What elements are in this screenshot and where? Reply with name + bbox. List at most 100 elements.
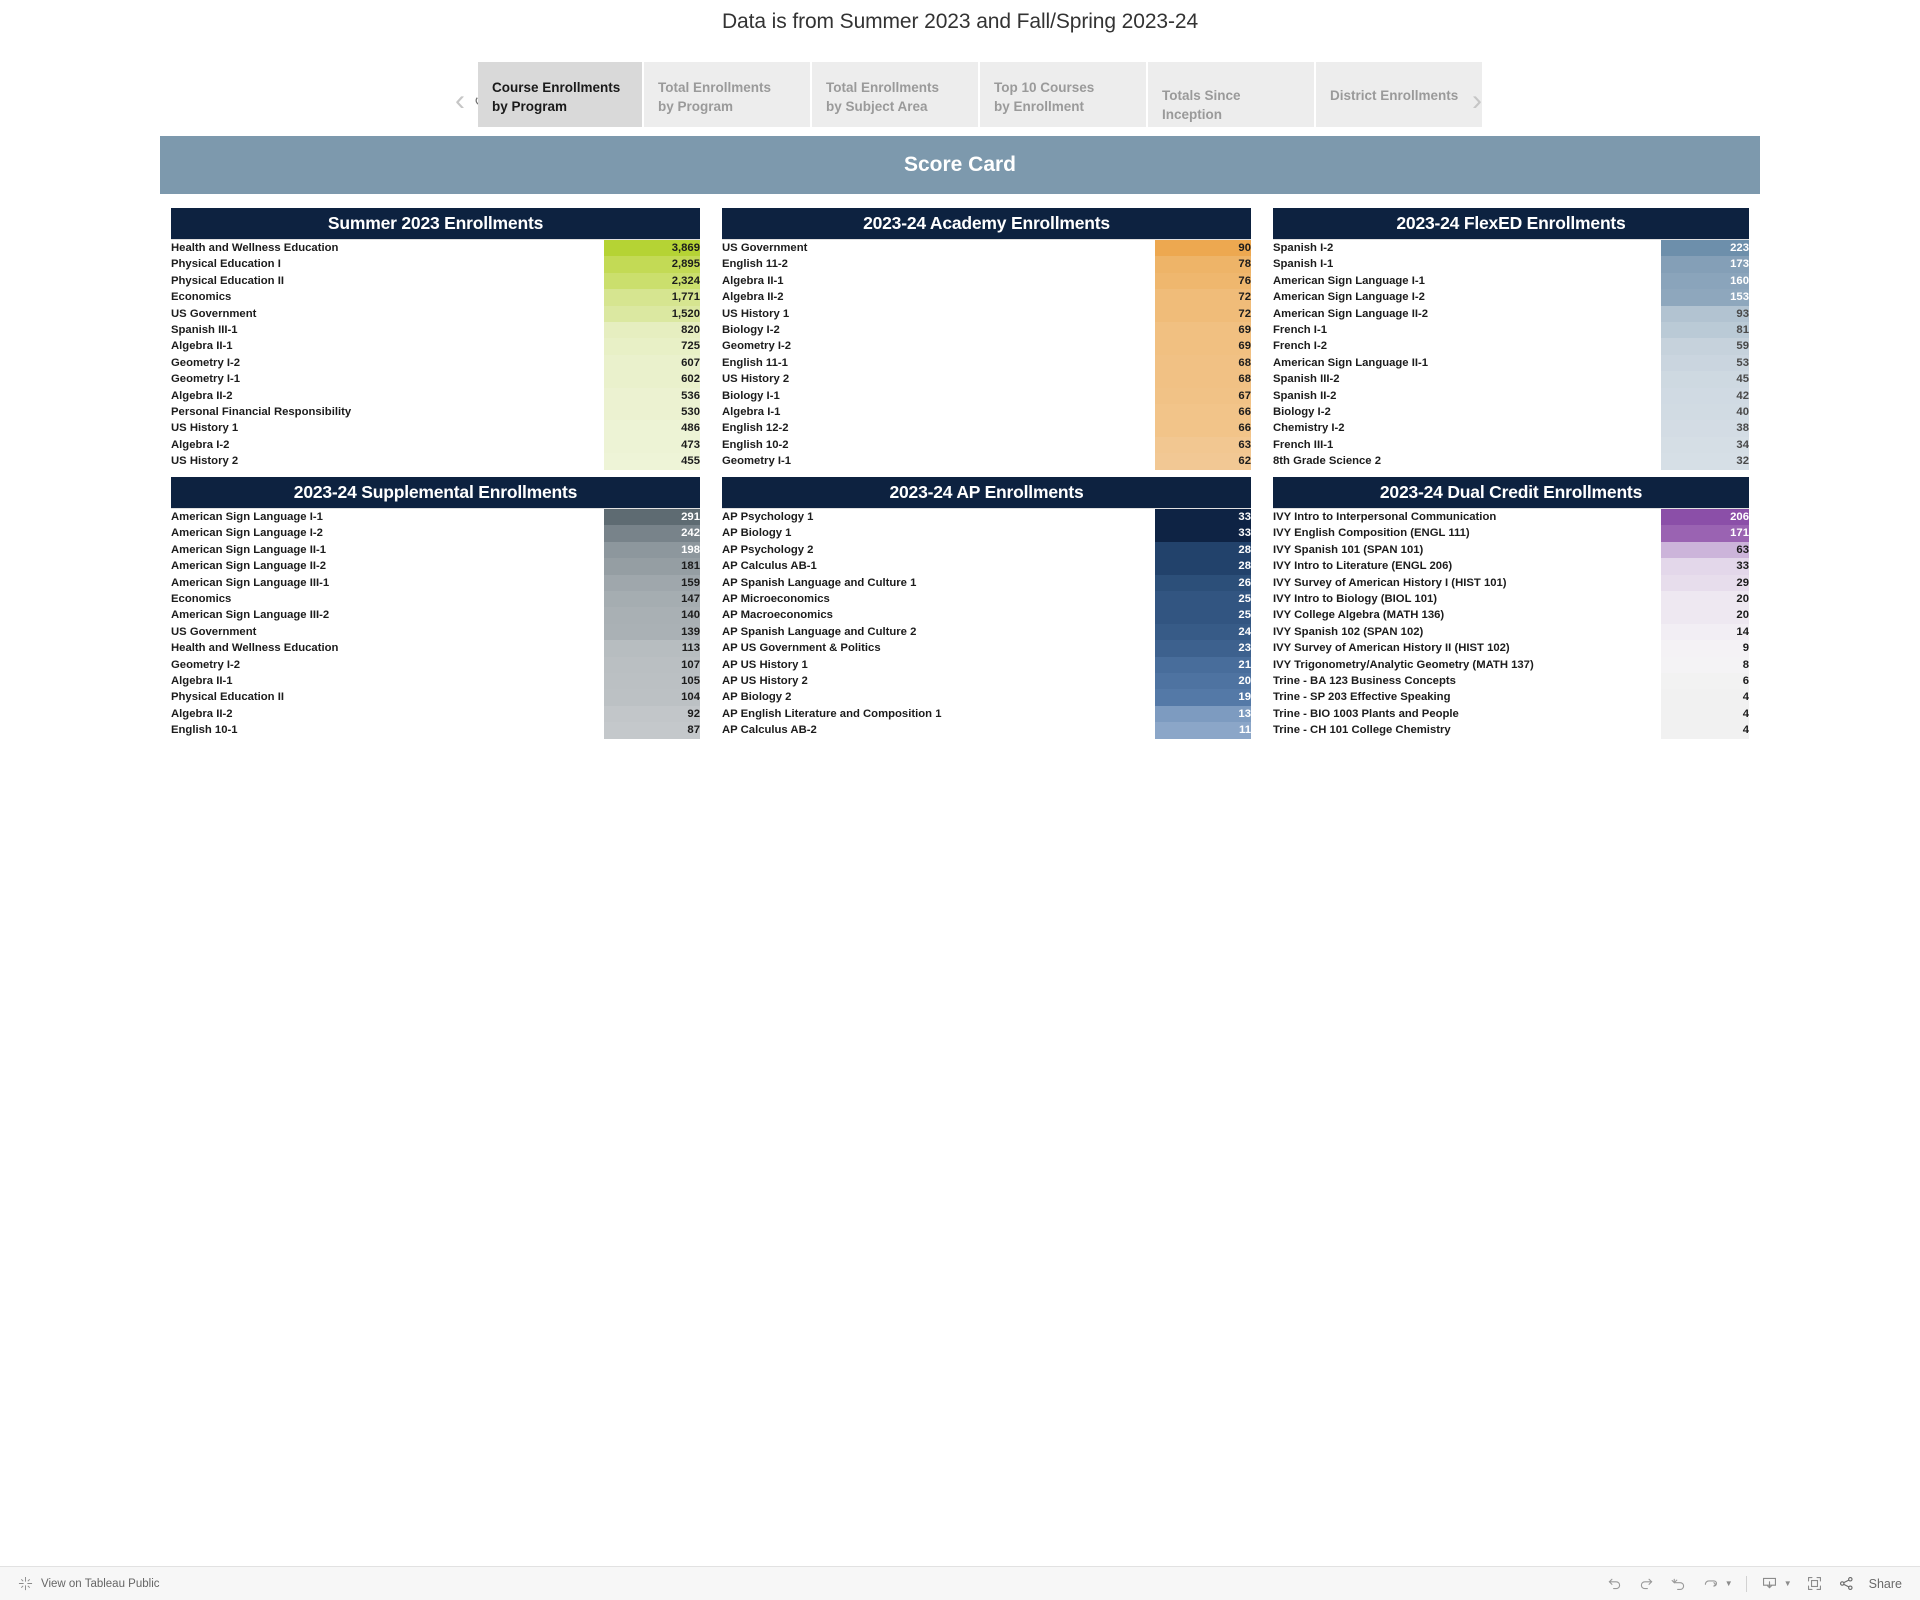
panel-body[interactable]: American Sign Language I-1 291 American Si…	[171, 508, 700, 743]
table-row[interactable]: Chemistry I-2 38	[1273, 420, 1749, 437]
tab-course-enrollments-by-program[interactable]: Course Enrollments by Program	[478, 62, 642, 127]
redo-icon[interactable]	[1637, 1574, 1656, 1593]
table-row[interactable]: Algebra II-2 92	[171, 705, 700, 723]
table-row[interactable]: American Sign Language III-2 140	[171, 607, 700, 624]
table-row[interactable]: AP US Government & Politics 23	[722, 640, 1251, 657]
table-row[interactable]: AP Spanish Language and Culture 1 26	[722, 574, 1251, 592]
table-row[interactable]: English 10-1 87	[171, 722, 700, 739]
table-row[interactable]: Physical Education I 2,895	[171, 256, 700, 273]
table-row[interactable]: Algebra II-1 725	[171, 338, 700, 355]
table-row[interactable]: US Government 139	[171, 623, 700, 641]
tab-total-enrollments-by-subject-area[interactable]: Total Enrollments by Subject Area	[812, 62, 978, 127]
table-row[interactable]: Biology I-2 40	[1273, 404, 1749, 421]
table-row[interactable]: AP Calculus AB-2 11	[722, 722, 1251, 739]
table-row[interactable]: English 11-2 78	[722, 256, 1251, 273]
table-row[interactable]: AP Psychology 1 33	[722, 509, 1251, 526]
table-row[interactable]: French I-1 81	[1273, 322, 1749, 339]
next-tabs-arrow-icon[interactable]: ›	[1465, 84, 1489, 120]
table-row[interactable]: Biology I-1 67	[722, 387, 1251, 405]
table-row[interactable]: American Sign Language II-2 93	[1273, 305, 1749, 323]
table-row[interactable]: Spanish I-1 173	[1273, 256, 1749, 273]
table-row[interactable]: US Government 1,520	[171, 305, 700, 323]
table-row[interactable]: Algebra II-2 536	[171, 387, 700, 405]
panel-body[interactable]: Health and Wellness Education 3,869 Physic…	[171, 239, 700, 473]
table-row[interactable]: US History 1 72	[722, 305, 1251, 323]
table-row[interactable]: IVY College Algebra (MATH 136) 20	[1273, 607, 1749, 624]
table-row[interactable]: US Government 90	[722, 240, 1251, 257]
table-row[interactable]: 8th Grade Science 2 32	[1273, 453, 1749, 470]
table-row[interactable]: English 12-2 66	[722, 420, 1251, 437]
table-row[interactable]: Geometry I-1 602	[171, 371, 700, 388]
table-row[interactable]: Health and Wellness Education 3,869	[171, 240, 700, 257]
table-row[interactable]: AP Calculus AB-1 28	[722, 558, 1251, 575]
table-row[interactable]: Personal Financial Responsibility 530	[171, 404, 700, 421]
table-row[interactable]: English 11-1 68	[722, 354, 1251, 372]
table-row[interactable]: American Sign Language II-2 181	[171, 558, 700, 575]
table-row[interactable]: IVY Intro to Biology (BIOL 101) 20	[1273, 591, 1749, 608]
table-row[interactable]: AP US History 2 20	[722, 673, 1251, 690]
table-row[interactable]: Trine - BA 123 Business Concepts 6	[1273, 673, 1749, 690]
caret-down-icon[interactable]: ▼	[1725, 1579, 1733, 1588]
table-row[interactable]: English 10-2 63	[722, 436, 1251, 454]
table-row[interactable]: Spanish I-2 223	[1273, 240, 1749, 257]
table-row[interactable]: AP Macroeconomics 25	[722, 607, 1251, 624]
table-row[interactable]: AP Psychology 2 28	[722, 541, 1251, 559]
table-row[interactable]: AP Biology 2 19	[722, 689, 1251, 706]
table-row[interactable]: Geometry I-2 69	[722, 338, 1251, 355]
panel-body[interactable]: AP Psychology 1 33 AP Biology 1 33 AP Psycho…	[722, 508, 1251, 743]
table-row[interactable]: Health and Wellness Education 113	[171, 640, 700, 657]
table-row[interactable]: Spanish III-1 820	[171, 322, 700, 339]
table-row[interactable]: IVY Intro to Interpersonal Communication…	[1273, 509, 1749, 526]
table-row[interactable]: American Sign Language I-2 153	[1273, 289, 1749, 306]
table-row[interactable]: French I-2 59	[1273, 338, 1749, 355]
caret-down-icon[interactable]: ▼	[1784, 1579, 1792, 1588]
table-row[interactable]: Algebra I-1 66	[722, 404, 1251, 421]
table-row[interactable]: American Sign Language II-1 198	[171, 541, 700, 559]
table-row[interactable]: IVY English Composition (ENGL 111) 171	[1273, 525, 1749, 542]
table-row[interactable]: US History 1 486	[171, 420, 700, 437]
table-row[interactable]: Physical Education II 2,324	[171, 272, 700, 290]
table-row[interactable]: American Sign Language II-1 53	[1273, 354, 1749, 372]
table-row[interactable]: IVY Trigonometry/Analytic Geometry (MATH…	[1273, 656, 1749, 674]
table-row[interactable]: American Sign Language I-2 242	[171, 525, 700, 542]
table-row[interactable]: US History 2 68	[722, 371, 1251, 388]
refresh-icon[interactable]	[1701, 1574, 1720, 1593]
table-row[interactable]: Algebra I-2 473	[171, 436, 700, 454]
table-row[interactable]: American Sign Language III-1 159	[171, 574, 700, 592]
table-row[interactable]: IVY Intro to Literature (ENGL 206) 33	[1273, 558, 1749, 575]
tab-totals-since-inception[interactable]: Totals Since Inception	[1148, 62, 1314, 127]
table-row[interactable]: IVY Survey of American History II (HIST …	[1273, 640, 1749, 657]
table-row[interactable]: Algebra II-2 72	[722, 289, 1251, 306]
panel-body[interactable]: Spanish I-2 223 Spanish I-1 173 American Sig…	[1273, 239, 1749, 473]
table-row[interactable]: Geometry I-2 607	[171, 354, 700, 372]
fullscreen-icon[interactable]	[1805, 1574, 1824, 1593]
table-row[interactable]: American Sign Language I-1 160	[1273, 272, 1749, 290]
revert-icon[interactable]	[1669, 1574, 1688, 1593]
prev-tabs-arrow-icon[interactable]: ‹	[448, 84, 472, 120]
table-row[interactable]: Geometry I-1 62	[722, 453, 1251, 470]
panel-body[interactable]: US Government 90 English 11-2 78 Algebra II-…	[722, 239, 1251, 473]
table-row[interactable]: IVY Spanish 102 (SPAN 102) 14	[1273, 623, 1749, 641]
share-icon[interactable]	[1837, 1574, 1856, 1593]
table-row[interactable]: AP Microeconomics 25	[722, 591, 1251, 608]
table-row[interactable]: AP English Literature and Composition 1 1…	[722, 705, 1251, 723]
table-row[interactable]: AP Biology 1 33	[722, 525, 1251, 542]
table-row[interactable]: Algebra II-1 105	[171, 673, 700, 690]
table-row[interactable]: Spanish II-2 42	[1273, 387, 1749, 405]
table-row[interactable]: Trine - CH 101 College Chemistry 4	[1273, 722, 1749, 739]
table-row[interactable]: Spanish III-2 45	[1273, 371, 1749, 388]
tab-top-10-courses-by-enrollment[interactable]: Top 10 Courses by Enrollment	[980, 62, 1146, 127]
table-row[interactable]: IVY Spanish 101 (SPAN 101) 63	[1273, 541, 1749, 559]
undo-icon[interactable]	[1605, 1574, 1624, 1593]
table-row[interactable]: Biology I-2 69	[722, 322, 1251, 339]
download-icon[interactable]	[1760, 1574, 1779, 1593]
table-row[interactable]: US History 2 455	[171, 453, 700, 470]
table-row[interactable]: Trine - BIO 1003 Plants and People 4	[1273, 705, 1749, 723]
table-row[interactable]: Trine - SP 203 Effective Speaking 4	[1273, 689, 1749, 706]
table-row[interactable]: Algebra II-1 76	[722, 272, 1251, 290]
view-on-tableau-public-link[interactable]: View on Tableau Public	[18, 1576, 160, 1591]
table-row[interactable]: French III-1 34	[1273, 436, 1749, 454]
table-row[interactable]: Economics 1,771	[171, 289, 700, 306]
table-row[interactable]: IVY Survey of American History I (HIST 1…	[1273, 574, 1749, 592]
table-row[interactable]: Physical Education II 104	[171, 689, 700, 706]
